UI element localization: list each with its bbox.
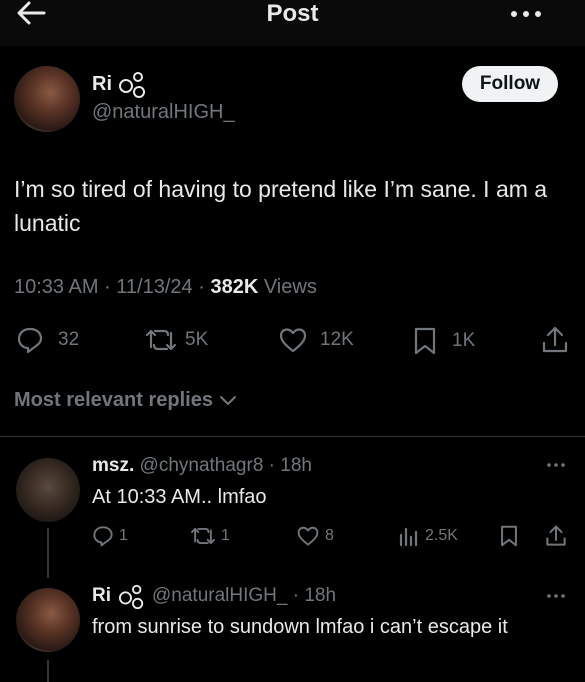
divider bbox=[0, 436, 585, 437]
thread-line bbox=[47, 528, 49, 578]
repost-icon bbox=[145, 329, 177, 351]
views-icon bbox=[399, 527, 418, 547]
reply-header: msz. @chynathagr8 · 18h bbox=[92, 455, 312, 477]
like-count: 12K bbox=[320, 329, 354, 350]
repost-button[interactable]: 5K bbox=[145, 326, 208, 354]
reply-text: from sunrise to sundown lmfao i can’t es… bbox=[92, 616, 508, 638]
chevron-down-icon bbox=[219, 395, 236, 405]
emoji-icon bbox=[118, 584, 144, 610]
like-button[interactable]: 12K bbox=[278, 326, 354, 354]
avatar[interactable] bbox=[14, 66, 80, 132]
emoji-icon bbox=[119, 72, 145, 98]
reply-like-button[interactable]: 8 bbox=[296, 525, 334, 547]
more-options-button[interactable] bbox=[509, 4, 543, 24]
thread-line bbox=[47, 660, 49, 682]
avatar[interactable] bbox=[16, 458, 80, 522]
avatar[interactable] bbox=[16, 588, 80, 652]
post-text: I’m so tired of having to pretend like I… bbox=[14, 176, 548, 236]
more-icon[interactable] bbox=[546, 460, 566, 470]
reply-reply-button[interactable]: 1 bbox=[92, 525, 128, 547]
reply-repost-button[interactable]: 1 bbox=[190, 525, 230, 547]
reply-author-name[interactable]: Ri bbox=[92, 585, 111, 606]
reply-share-button[interactable] bbox=[545, 524, 567, 548]
like-icon bbox=[279, 328, 307, 353]
reply-reply-count: 1 bbox=[119, 527, 128, 544]
reply-author-handle[interactable]: @chynathagr8 bbox=[140, 455, 264, 476]
reply-count: 32 bbox=[58, 329, 80, 350]
views-label: Views bbox=[263, 276, 317, 298]
follow-button[interactable]: Follow bbox=[462, 66, 558, 102]
replies-sort-label: Most relevant replies bbox=[14, 389, 213, 411]
share-icon bbox=[546, 525, 566, 546]
reply-separator: · bbox=[263, 455, 281, 476]
reply-bookmark-button[interactable] bbox=[499, 524, 519, 548]
more-icon bbox=[511, 11, 541, 17]
reply-meta: @naturalHIGH_ · 18h bbox=[152, 585, 336, 607]
reply-views-button[interactable]: 2.5K bbox=[398, 525, 458, 547]
reply-author-name[interactable]: msz. bbox=[92, 455, 134, 476]
reply-separator: · bbox=[287, 585, 305, 606]
author-name[interactable]: Ri bbox=[92, 73, 112, 96]
page-title: Post bbox=[266, 0, 319, 27]
like-icon bbox=[297, 526, 319, 546]
bookmark-button[interactable]: 1K bbox=[412, 326, 475, 356]
repost-count: 5K bbox=[185, 329, 209, 350]
reply-age[interactable]: 18h bbox=[304, 585, 336, 606]
reply-repost-count: 1 bbox=[221, 527, 230, 544]
reply-like-count: 8 bbox=[325, 527, 334, 544]
post-time[interactable]: 10:33 AM bbox=[14, 276, 99, 298]
reply-header: Ri bbox=[92, 585, 111, 607]
reply-button[interactable]: 32 bbox=[16, 326, 79, 354]
replies-sort-dropdown[interactable]: Most relevant replies bbox=[14, 389, 237, 412]
share-icon bbox=[542, 326, 568, 353]
more-icon[interactable] bbox=[546, 591, 566, 601]
reply-author-handle[interactable]: @naturalHIGH_ bbox=[152, 585, 287, 606]
reply-views-count: 2.5K bbox=[425, 527, 458, 544]
bookmark-icon bbox=[501, 525, 517, 547]
author-handle[interactable]: @naturalHIGH_ bbox=[92, 101, 235, 124]
top-bar: Post bbox=[0, 0, 585, 46]
reply-icon bbox=[93, 526, 113, 547]
bookmark-count: 1K bbox=[452, 330, 476, 351]
share-button[interactable] bbox=[541, 325, 569, 355]
reply-age[interactable]: 18h bbox=[280, 455, 312, 476]
views-count: 382K bbox=[210, 276, 259, 298]
post-date[interactable]: 11/13/24 bbox=[116, 276, 192, 298]
repost-icon bbox=[191, 527, 215, 545]
reply-icon bbox=[17, 327, 43, 354]
bookmark-icon bbox=[414, 327, 436, 355]
post-meta: 10:33 AM · 11/13/24 · 382K Views bbox=[14, 276, 317, 298]
reply-text: At 10:33 AM.. lmfao bbox=[92, 486, 267, 508]
